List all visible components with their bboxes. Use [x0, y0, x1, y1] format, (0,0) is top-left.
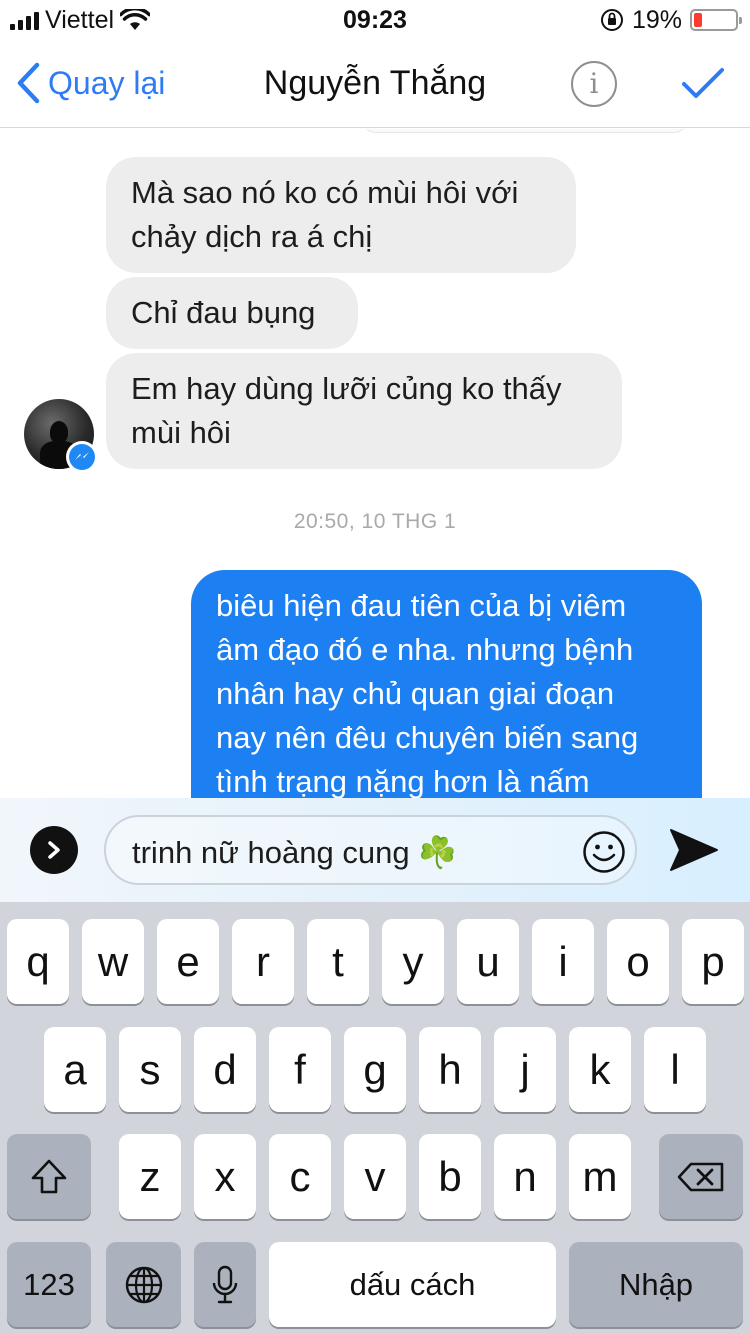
globe-key[interactable]	[106, 1242, 181, 1327]
dictation-key[interactable]	[194, 1242, 256, 1327]
key-q[interactable]: q	[7, 919, 69, 1004]
key-b[interactable]: b	[419, 1134, 481, 1219]
key-r[interactable]: r	[232, 919, 294, 1004]
message-list[interactable]: Mà sao nó ko có mùi hôi với chảy dịch ra…	[0, 129, 750, 799]
key-i[interactable]: i	[532, 919, 594, 1004]
keyboard: q w e r t y u i o p a s d f g h j k l z …	[0, 902, 750, 1334]
navigation-bar: Quay lại Nguyễn Thắng i	[0, 40, 750, 128]
message-line: nay nên đêu chuyên biến sang	[216, 720, 639, 755]
shamrock-emoji: ☘️	[418, 835, 457, 870]
key-h[interactable]: h	[419, 1027, 481, 1112]
space-key[interactable]: dấu cách	[269, 1242, 556, 1327]
key-y[interactable]: y	[382, 919, 444, 1004]
key-t[interactable]: t	[307, 919, 369, 1004]
incoming-message[interactable]: Mà sao nó ko có mùi hôi với chảy dịch ra…	[106, 157, 576, 273]
battery-percent: 19%	[631, 5, 682, 34]
incoming-message[interactable]: Chỉ đau bụng	[106, 277, 358, 349]
return-key[interactable]: Nhập	[569, 1242, 743, 1327]
message-input[interactable]: trinh nữ hoàng cung ☘️	[104, 815, 637, 885]
key-n[interactable]: n	[494, 1134, 556, 1219]
key-p[interactable]: p	[682, 919, 744, 1004]
microphone-icon	[212, 1265, 238, 1303]
send-arrow-icon[interactable]	[668, 826, 720, 874]
numbers-key[interactable]: 123	[7, 1242, 91, 1327]
key-j[interactable]: j	[494, 1027, 556, 1112]
chevron-right-icon	[48, 841, 60, 859]
delete-key[interactable]	[659, 1134, 743, 1219]
checkmark-icon[interactable]	[680, 60, 726, 106]
partial-message-bubble	[360, 129, 690, 133]
status-right: 19%	[600, 5, 742, 34]
key-o[interactable]: o	[607, 919, 669, 1004]
key-z[interactable]: z	[119, 1134, 181, 1219]
message-line: Em hay dùng lưỡi củng ko thấy	[131, 371, 562, 406]
key-d[interactable]: d	[194, 1027, 256, 1112]
key-s[interactable]: s	[119, 1027, 181, 1112]
outgoing-message[interactable]: biêu hiện đau tiên của bị viêm âm đạo đó…	[191, 570, 702, 799]
message-input-text: trinh nữ hoàng cung	[132, 835, 410, 870]
key-m[interactable]: m	[569, 1134, 631, 1219]
key-l[interactable]: l	[644, 1027, 706, 1112]
message-line: mùi hôi	[131, 415, 231, 450]
key-v[interactable]: v	[344, 1134, 406, 1219]
key-g[interactable]: g	[344, 1027, 406, 1112]
expand-actions-button[interactable]	[30, 826, 78, 874]
message-line: âm đạo đó e nha. nhưng bệnh	[216, 632, 634, 667]
shift-icon	[31, 1159, 67, 1193]
smiley-icon[interactable]	[582, 830, 626, 874]
shift-key[interactable]	[7, 1134, 91, 1219]
conversation-title: Nguyễn Thắng	[263, 64, 487, 102]
message-line: chảy dịch ra á chị	[131, 219, 373, 254]
battery-level	[694, 13, 702, 27]
message-timestamp: 20:50, 10 THG 1	[293, 510, 457, 533]
key-w[interactable]: w	[82, 919, 144, 1004]
key-u[interactable]: u	[457, 919, 519, 1004]
info-button[interactable]: i	[571, 61, 617, 107]
key-e[interactable]: e	[157, 919, 219, 1004]
message-line: tình trạng nặng hơn là nấm	[216, 764, 590, 799]
key-a[interactable]: a	[44, 1027, 106, 1112]
messenger-badge-icon	[66, 441, 98, 473]
status-bar: Viettel 09:23 19%	[0, 0, 750, 40]
globe-icon	[125, 1266, 162, 1303]
message-line: nhân hay chủ quan giai đoạn	[216, 676, 615, 711]
message-line: Chỉ đau bụng	[131, 295, 316, 330]
message-line: biêu hiện đau tiên của bị viêm	[216, 588, 627, 623]
backspace-icon	[677, 1162, 724, 1191]
message-composer: trinh nữ hoàng cung ☘️	[0, 798, 750, 902]
key-k[interactable]: k	[569, 1027, 631, 1112]
message-line: Mà sao nó ko có mùi hôi với	[131, 175, 519, 210]
key-f[interactable]: f	[269, 1027, 331, 1112]
orientation-lock-icon	[600, 9, 623, 31]
key-c[interactable]: c	[269, 1134, 331, 1219]
key-x[interactable]: x	[194, 1134, 256, 1219]
battery-icon	[690, 9, 742, 31]
incoming-message[interactable]: Em hay dùng lưỡi củng ko thấy mùi hôi	[106, 353, 622, 469]
